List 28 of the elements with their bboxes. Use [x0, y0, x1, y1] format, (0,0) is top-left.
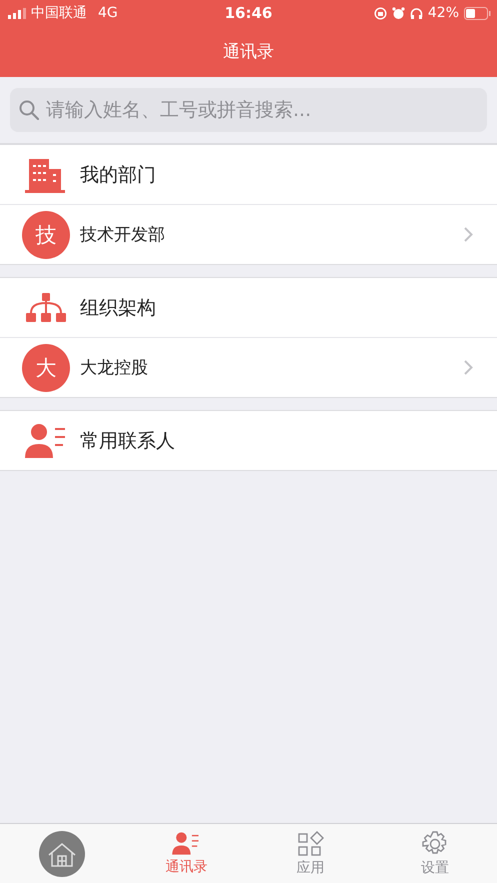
battery-icon — [464, 6, 491, 20]
alarm-icon — [392, 6, 405, 20]
chevron-right-icon — [464, 360, 473, 375]
house-icon — [39, 830, 86, 876]
rotation-lock-icon — [374, 6, 387, 20]
contact-list-icon — [172, 831, 200, 856]
network-type: 4G — [98, 5, 118, 21]
list-item[interactable]: 大 大龙控股 — [0, 337, 497, 397]
list-item[interactable]: 组织架构 — [0, 278, 497, 337]
chevron-right-icon — [464, 227, 473, 242]
avatar: 大 — [22, 344, 70, 392]
avatar: 技 — [22, 210, 70, 258]
org-chart-icon — [26, 292, 66, 322]
search-icon — [19, 100, 39, 120]
headphones-icon — [410, 6, 423, 20]
clock-time: 16:46 — [224, 4, 272, 22]
search-field[interactable]: 请输入姓名、工号或拼音搜索... — [10, 88, 487, 132]
apps-grid-icon — [298, 830, 324, 856]
list-item[interactable]: 技 技术开发部 — [0, 204, 497, 264]
contact-list-icon — [25, 422, 67, 460]
page-title: 通讯录 — [223, 41, 274, 63]
signal-icon — [8, 8, 26, 18]
list-item[interactable]: 我的部门 — [0, 145, 497, 204]
list-item[interactable]: 常用联系人 — [0, 411, 497, 470]
settings-icon — [422, 830, 448, 856]
carrier-name: 中国联通 — [31, 4, 87, 22]
battery-percent: 42% — [428, 5, 459, 21]
building-icon — [25, 156, 67, 192]
